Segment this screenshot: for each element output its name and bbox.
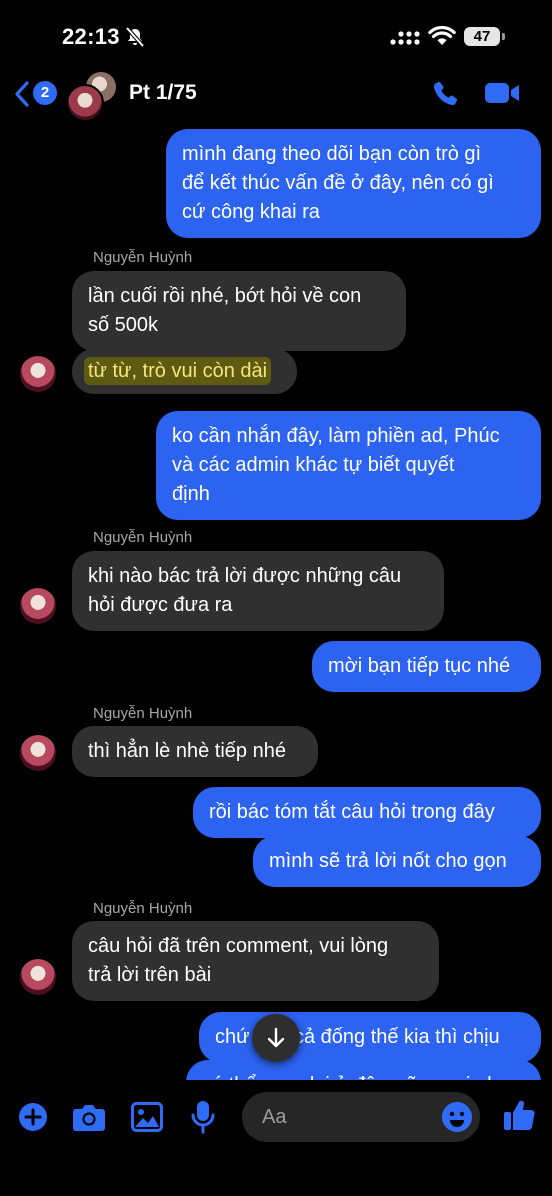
message-line: cứ công khai ra <box>182 201 320 223</box>
outgoing-message[interactable]: mình đang theo dõi bạn còn trò gì để kết… <box>166 129 541 238</box>
chat-title[interactable]: Pt 1/75 <box>129 81 197 105</box>
message-line: số 500k <box>88 314 159 336</box>
wifi-icon <box>428 26 456 45</box>
status-time: 22:13 <box>62 24 120 49</box>
camera-icon[interactable] <box>72 1102 106 1132</box>
message-line: có thể copy lại ở đây, cũng coi như để <box>202 1071 525 1080</box>
thumbs-up-icon[interactable] <box>503 1098 535 1132</box>
cellular-signal-icon <box>390 31 420 45</box>
message-line: và các admin khác tự biết quyết <box>172 454 455 476</box>
status-bar: 22:13 47 <box>0 0 552 72</box>
gallery-icon[interactable] <box>131 1102 163 1132</box>
emoji-icon[interactable] <box>441 1101 473 1133</box>
sender-name: Nguyễn Huỳnh <box>93 249 193 266</box>
unread-count-badge[interactable]: 2 <box>33 81 57 105</box>
add-plus-icon[interactable] <box>18 1102 48 1132</box>
message-line: lần cuối rồi nhé, bớt hỏi về con <box>88 285 362 307</box>
group-avatar[interactable] <box>66 70 118 122</box>
incoming-message[interactable]: lần cuối rồi nhé, bớt hỏi về con số 500k <box>72 271 406 351</box>
contact-avatar[interactable] <box>20 588 56 624</box>
message-line: mình đang theo dõi bạn còn trò gì <box>182 143 482 165</box>
sender-name: Nguyễn Huỳnh <box>93 900 193 917</box>
highlighted-text: từ từ, trò vui còn dài <box>84 357 272 385</box>
message-line: trả lời trên bài <box>88 964 212 986</box>
battery-cap <box>502 33 505 40</box>
message-input-placeholder: Aa <box>262 1106 287 1128</box>
sender-name: Nguyễn Huỳnh <box>93 705 193 722</box>
outgoing-message[interactable]: có thể copy lại ở đây, cũng coi như để <box>186 1060 541 1080</box>
incoming-message[interactable]: thì hẳn lè nhè tiếp nhé <box>72 726 318 777</box>
message-composer: Aa <box>0 1080 552 1196</box>
message-line: rồi bác tóm tắt câu hỏi trong đây <box>209 801 495 823</box>
outgoing-message[interactable]: mời bạn tiếp tục nhé <box>312 641 541 692</box>
message-line: hỏi được đưa ra <box>88 594 233 616</box>
microphone-icon[interactable] <box>191 1100 215 1134</box>
back-chevron-icon[interactable] <box>14 80 30 108</box>
message-line: định <box>172 483 210 505</box>
message-line: mời bạn tiếp tục nhé <box>328 655 511 677</box>
contact-avatar[interactable] <box>20 356 56 392</box>
bell-off-icon <box>125 26 145 48</box>
battery-indicator: 47 <box>464 27 500 46</box>
phone-call-icon[interactable] <box>430 79 460 109</box>
member-avatar <box>66 84 104 122</box>
outgoing-message[interactable]: ko cần nhắn đây, làm phiền ad, Phúc và c… <box>156 411 541 520</box>
message-line: để kết thúc vấn đề ở đây, nên có gì <box>182 172 494 194</box>
outgoing-message[interactable]: mình sẽ trả lời nốt cho gọn <box>253 836 541 887</box>
chat-header: 2 Pt 1/75 <box>0 66 552 122</box>
incoming-message[interactable]: khi nào bác trả lời được những câu hỏi đ… <box>72 551 444 631</box>
message-line: mình sẽ trả lời nốt cho gọn <box>269 850 507 872</box>
sender-name: Nguyễn Huỳnh <box>93 529 193 546</box>
arrow-down-icon <box>267 1027 285 1048</box>
outgoing-message[interactable]: chứ cả đống thế kia thì chịu <box>199 1012 541 1063</box>
incoming-message[interactable]: từ từ, trò vui còn dài <box>72 349 297 394</box>
message-line: thì hẳn lè nhè tiếp nhé <box>88 740 286 762</box>
message-list[interactable]: mình đang theo dõi bạn còn trò gì để kết… <box>0 122 552 1080</box>
contact-avatar[interactable] <box>20 735 56 771</box>
message-line: khi nào bác trả lời được những câu <box>88 565 402 587</box>
scroll-to-bottom-button[interactable] <box>252 1014 300 1062</box>
contact-avatar[interactable] <box>20 959 56 995</box>
message-line: câu hỏi đã trên comment, vui lòng <box>88 935 389 957</box>
incoming-message[interactable]: câu hỏi đã trên comment, vui lòng trả lờ… <box>72 921 439 1001</box>
outgoing-message[interactable]: rồi bác tóm tắt câu hỏi trong đây <box>193 787 541 838</box>
video-call-icon[interactable] <box>484 81 520 105</box>
message-line: ko cần nhắn đây, làm phiền ad, Phúc <box>172 425 500 447</box>
message-input[interactable]: Aa <box>242 1092 480 1142</box>
